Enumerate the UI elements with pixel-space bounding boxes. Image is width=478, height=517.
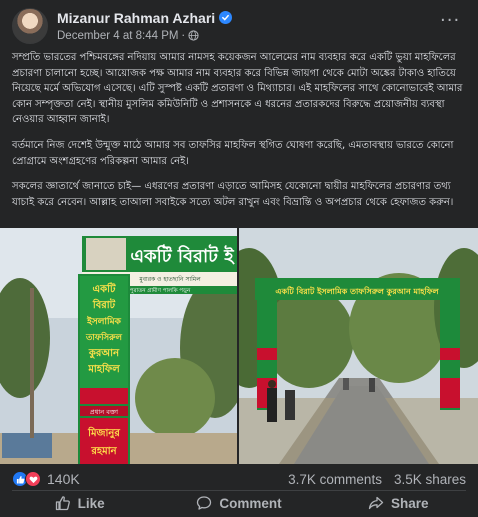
globe-icon: [188, 30, 199, 41]
post-header: Mizanur Rahman Azhari December 4 at 8:44…: [12, 8, 233, 44]
action-bar: Like Comment Share: [0, 492, 478, 514]
comment-icon: [197, 496, 212, 510]
post-paragraph-3: সকলের জ্ঞাতার্থে জানাতে চাই— এধরণের প্রত…: [12, 181, 454, 208]
share-label: Share: [391, 495, 429, 511]
share-icon: [368, 496, 384, 510]
like-button[interactable]: Like: [0, 492, 159, 514]
left-banner-sub-text: মুবারক ও হাতছানি সামিল: [138, 276, 201, 283]
avatar[interactable]: [12, 8, 48, 44]
like-label: Like: [77, 495, 105, 511]
thumbs-up-icon: [55, 496, 70, 511]
timestamp[interactable]: December 4 at 8:44 PM: [57, 30, 178, 42]
reaction-count: 140K: [47, 471, 80, 487]
post-text: সম্প্রতি ভারতের পশ্চিমবঙ্গের নদিয়ায় আম…: [12, 50, 468, 220]
separator-dot: ·: [181, 29, 185, 42]
comment-button[interactable]: Comment: [159, 492, 318, 514]
left-vert-line-6: মাহফিল: [87, 362, 120, 375]
left-vert-line-2: বিরাট: [92, 297, 116, 311]
left-guest-name-2: রহমান: [90, 446, 117, 457]
header-text: Mizanur Rahman Azhari December 4 at 8:44…: [57, 9, 233, 43]
left-guest-label: প্রধান বক্তা: [90, 408, 119, 416]
love-reaction-icon: [25, 471, 41, 487]
left-guest-name-1: মিজানুর: [87, 426, 120, 440]
left-vert-line-4: তাফসিরুল: [85, 331, 124, 343]
more-options-icon[interactable]: ···: [440, 12, 460, 30]
post-stats: 140K 3.7K comments 3.5K shares: [12, 468, 466, 490]
post-paragraph-2: বর্তমানে নিজ দেশেই উন্মুক্ত মাঠে আমার সব…: [12, 139, 454, 167]
divider: [12, 490, 466, 491]
right-banner-top-text: একটি বিরাট ইসলামিক তাফসিরুল কুরআন মাহফিল: [275, 285, 439, 297]
facebook-post: Mizanur Rahman Azhari December 4 at 8:44…: [0, 0, 478, 517]
author-name[interactable]: Mizanur Rahman Azhari: [57, 10, 215, 26]
share-button[interactable]: Share: [319, 492, 478, 514]
share-count[interactable]: 3.5K shares: [394, 472, 466, 487]
photo-right[interactable]: একটি বিরাট ইসলামিক তাফসিরুল কুরআন মাহফিল: [239, 228, 478, 464]
left-vert-line-5: কুরআন: [88, 348, 120, 360]
author-row: Mizanur Rahman Azhari: [57, 9, 233, 26]
photo-left-image: একটি বিরাট ই মুবারক ও হাতছানি সামিল পুরা…: [0, 228, 237, 464]
post-paragraph-1: সম্প্রতি ভারতের পশ্চিমবঙ্গের নদিয়ায় আম…: [12, 52, 463, 126]
stats-right: 3.7K comments 3.5K shares: [288, 472, 466, 487]
left-vert-line-1: একটি: [93, 281, 116, 295]
photo-left[interactable]: একটি বিরাট ই মুবারক ও হাতছানি সামিল পুরা…: [0, 228, 237, 464]
photo-right-image: একটি বিরাট ইসলামিক তাফসিরুল কুরআন মাহফিল: [239, 228, 478, 464]
reaction-icons[interactable]: 140K: [12, 471, 80, 487]
left-banner-top-text: একটি বিরাট ই: [130, 244, 235, 267]
meta-row: December 4 at 8:44 PM ·: [57, 28, 232, 43]
photo-grid: একটি বিরাট ই মুবারক ও হাতছানি সামিল পুরা…: [0, 228, 478, 464]
verified-badge-icon: [219, 11, 233, 24]
left-banner-sub-text-2: পুরাতন গ্রামীণ পালকি পড়ুন: [130, 286, 191, 294]
comment-label: Comment: [219, 495, 282, 511]
comment-count[interactable]: 3.7K comments: [288, 472, 382, 487]
left-vert-line-3: ইসলামিক: [86, 315, 122, 327]
